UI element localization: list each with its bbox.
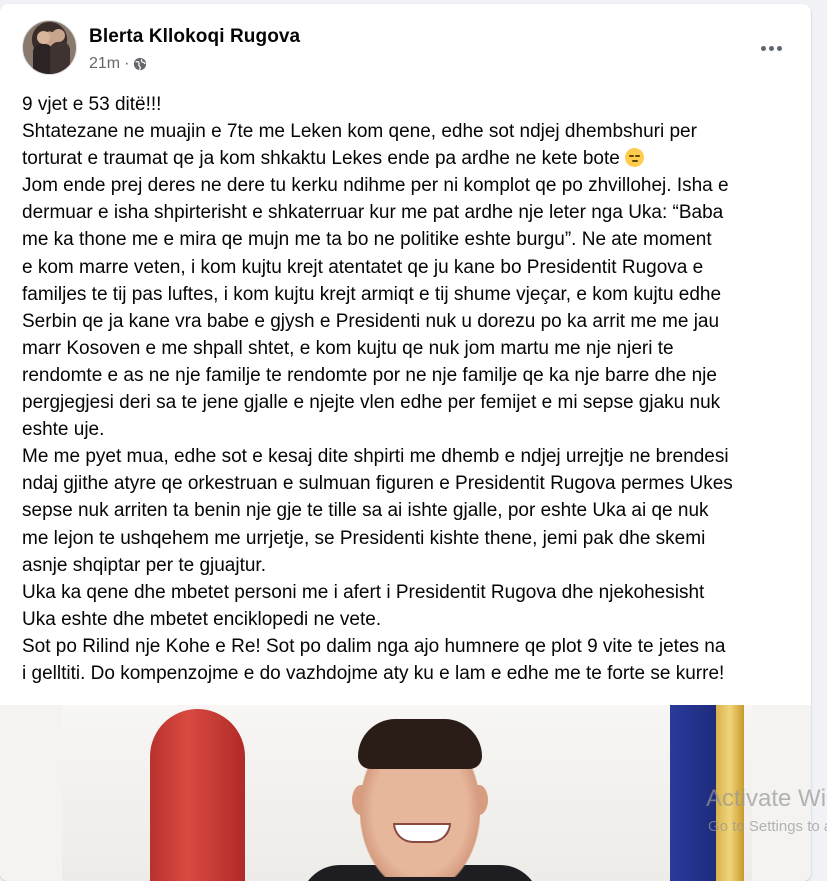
- globe-icon[interactable]: [133, 57, 147, 71]
- post-line: rendomte e as ne nje familje te rendomte…: [22, 364, 717, 386]
- post-photo[interactable]: [0, 705, 811, 881]
- relieved-face-emoji-icon: [625, 148, 645, 168]
- post-line: e kom marre veten, i kom kujtu krejt ate…: [22, 256, 704, 278]
- post-line: familjes te tij pas luftes, i kom kujtu …: [22, 283, 722, 305]
- activate-windows-subtext: Go to Settings to activate Windows.: [708, 818, 827, 835]
- post-line: me lejon te ushqehem me urrjetje, se Pre…: [22, 527, 706, 549]
- post-line: Uka eshte dhe mbetet enciklopedi ne vete…: [22, 608, 382, 630]
- post-line: asnje shqiptar per te gjuajtur.: [22, 554, 266, 576]
- post-line: sepse nuk arriten ta benin nje gje te ti…: [22, 500, 709, 522]
- author-avatar[interactable]: [22, 20, 77, 75]
- post-line: eshte uje.: [22, 419, 105, 441]
- more-options-icon: [760, 45, 766, 51]
- activate-windows-watermark: Activate Windows: [706, 785, 827, 812]
- post-line: ndaj gjithe atyre qe orkestruan e sulmua…: [22, 473, 733, 495]
- red-flag-image: [150, 709, 245, 881]
- meta-separator: ·: [124, 55, 130, 72]
- post-meta: 21m ·: [89, 55, 147, 73]
- post-line: marr Kosoven e me shpall shtet, e kom ku…: [22, 337, 674, 359]
- post-line: me ka thone me e mira qe mujn me ta bo n…: [22, 229, 712, 251]
- post-line: Me me pyet mua, edhe sot e kesaj dite sh…: [22, 446, 729, 468]
- post-body: 9 vjet e 53 ditë!!! Shtatezane ne muajin…: [22, 91, 797, 687]
- post-line: dermuar e isha shpirterisht e shkaterrua…: [22, 202, 724, 224]
- post-line: Jom ende prej deres ne dere tu kerku ndi…: [22, 175, 729, 197]
- post-line: Shtatezane ne muajin e 7te me Leken kom …: [22, 121, 697, 143]
- post-line: Serbin qe ja kane vra babe e gjysh e Pre…: [22, 310, 720, 332]
- post-line: 9 vjet e 53 ditë!!!: [22, 94, 162, 115]
- post-header: Blerta Kllokoqi Rugova 21m ·: [22, 20, 811, 80]
- post-timestamp[interactable]: 21m: [89, 55, 120, 73]
- post-card: Blerta Kllokoqi Rugova 21m · 9 vjet e 53…: [0, 4, 811, 881]
- post-line: i gelltiti. Do kompenzojme e do vazhdojm…: [22, 662, 725, 684]
- more-options-button[interactable]: [753, 34, 789, 62]
- author-name[interactable]: Blerta Kllokoqi Rugova: [89, 26, 300, 48]
- post-line: Sot po Rilind nje Kohe e Re! Sot po dali…: [22, 635, 726, 657]
- post-line: torturat e traumat qe ja kom shkaktu Lek…: [22, 148, 620, 170]
- post-line: pergjegjesi deri sa te jene gjalle e nje…: [22, 392, 721, 414]
- post-line: Uka ka qene dhe mbetet personi me i afer…: [22, 581, 705, 603]
